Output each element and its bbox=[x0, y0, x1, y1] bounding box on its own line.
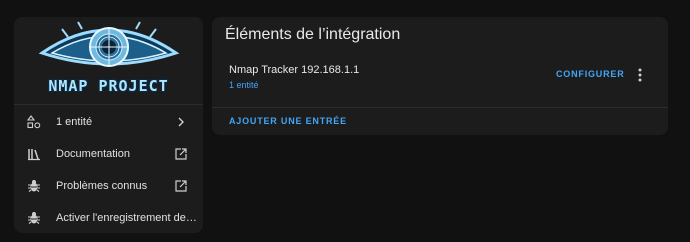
entry-entities-link[interactable]: 1 entité bbox=[229, 80, 259, 90]
sidebar-item-known-issues[interactable]: Problèmes connus bbox=[14, 170, 203, 202]
integration-entries-card: Éléments de l’intégration Nmap Tracker 1… bbox=[212, 17, 668, 135]
logo-area: NMAP PROJECT bbox=[14, 17, 203, 105]
sidebar-item-enable-debug-logging[interactable]: Activer l'enregistrement des journaux de… bbox=[14, 202, 203, 233]
integration-info-card: NMAP PROJECT 1 entité Documentation Prob… bbox=[14, 17, 203, 233]
entry-name: Nmap Tracker 192.168.1.1 bbox=[229, 64, 360, 76]
nmap-eye-logo bbox=[38, 21, 180, 67]
configure-button[interactable]: CONFIGURER bbox=[556, 69, 625, 79]
sidebar-item-label: Documentation bbox=[56, 148, 130, 160]
card-title: Éléments de l’intégration bbox=[225, 26, 401, 43]
devices-icon bbox=[26, 114, 42, 130]
bug-icon bbox=[26, 178, 42, 194]
more-options-icon[interactable] bbox=[633, 67, 647, 83]
open-in-new-icon bbox=[173, 146, 189, 162]
sidebar-item-label: Problèmes connus bbox=[56, 180, 148, 192]
sidebar-item-entities[interactable]: 1 entité bbox=[14, 106, 203, 138]
divider bbox=[212, 107, 668, 108]
sidebar-item-label: Activer l'enregistrement des journaux de… bbox=[56, 212, 201, 224]
sidebar-item-label: 1 entité bbox=[56, 116, 93, 128]
open-in-new-icon bbox=[173, 178, 189, 194]
bug-icon bbox=[26, 210, 42, 226]
add-entry-button[interactable]: AJOUTER UNE ENTRÉE bbox=[229, 116, 347, 126]
chevron-right-icon bbox=[173, 114, 189, 130]
book-icon bbox=[26, 146, 42, 162]
logo-text: NMAP PROJECT bbox=[48, 77, 169, 95]
sidebar-item-documentation[interactable]: Documentation bbox=[14, 138, 203, 170]
